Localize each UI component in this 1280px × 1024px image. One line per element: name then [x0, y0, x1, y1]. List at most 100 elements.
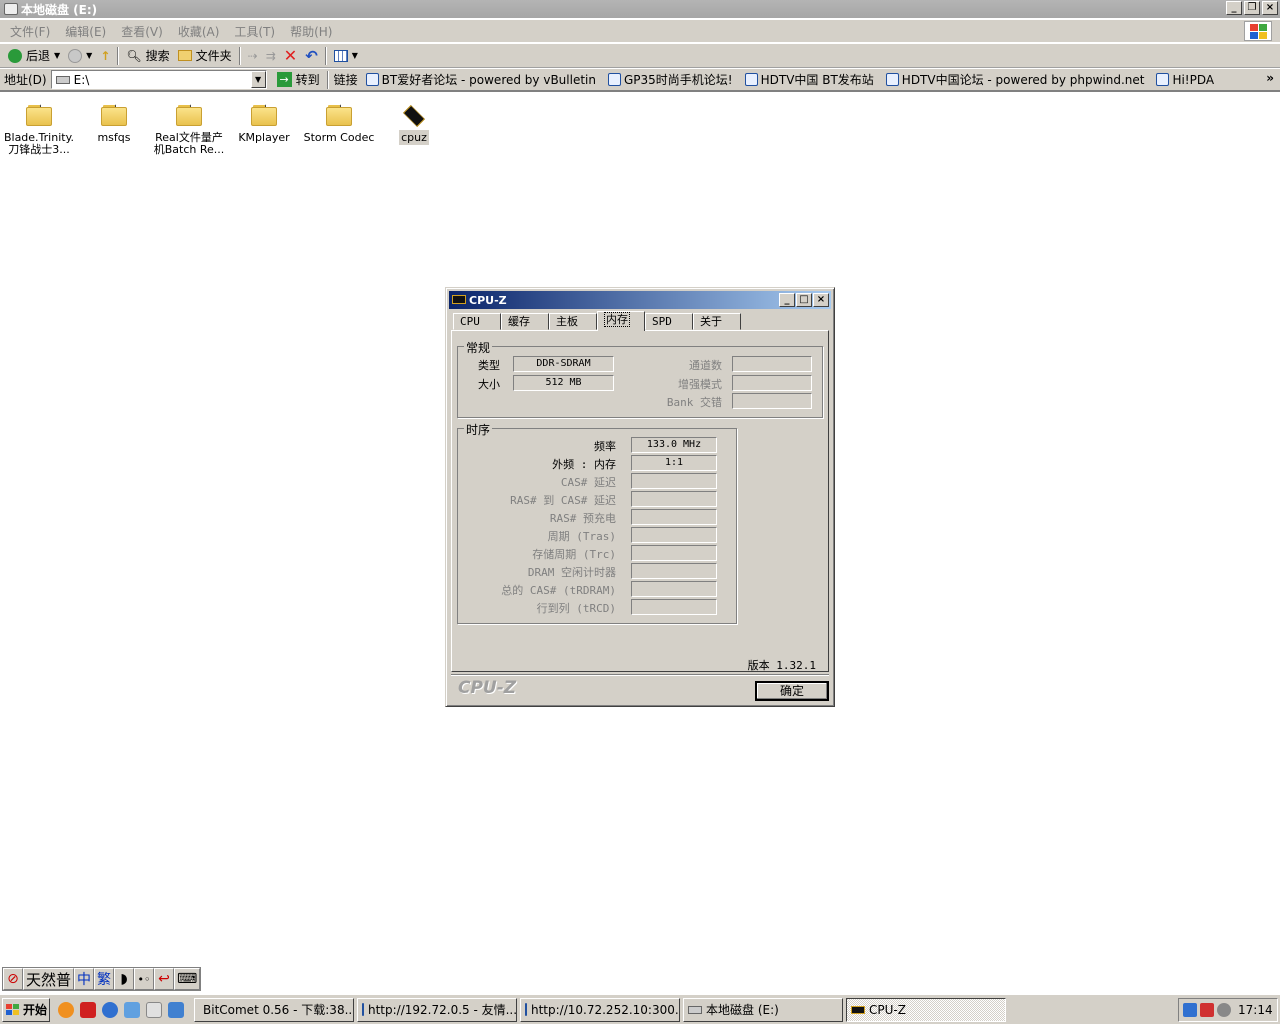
- file-item[interactable]: KMplayer: [227, 102, 301, 144]
- go-button[interactable]: → 转到: [273, 70, 324, 90]
- address-input[interactable]: E:\ ▼: [50, 70, 267, 89]
- row-to-column-field: [631, 599, 717, 615]
- search-button[interactable]: 🔍︎ 搜索: [122, 46, 173, 66]
- task-browser-2[interactable]: http://10.72.252.10:300...: [520, 997, 680, 1022]
- volume-icon[interactable]: [1217, 1003, 1231, 1017]
- link-hdtv-bt[interactable]: HDTV中国 BT发布站: [744, 71, 874, 88]
- cpuz-tabs: CPU 缓存 主板 内存 SPD 关于: [453, 311, 741, 331]
- network-disconnected-icon[interactable]: [1200, 1003, 1214, 1017]
- version-label: 版本 1.32.1: [747, 659, 816, 672]
- timing-group-label: 时序: [464, 421, 493, 438]
- drive-icon: [688, 1005, 702, 1014]
- ime-traditional-mode[interactable]: 繁: [94, 968, 115, 990]
- menu-file[interactable]: 文件(F): [4, 23, 59, 40]
- file-item[interactable]: Storm Codec: [302, 102, 376, 144]
- drive-icon: [4, 3, 18, 15]
- ie-icon[interactable]: [102, 1001, 118, 1018]
- file-name: cpuz: [399, 130, 429, 145]
- timing-group: 时序 频率 133.0 MHz 外频 : 内存 1:1 CAS# 延迟 RAS#…: [457, 421, 737, 624]
- address-dropdown-button[interactable]: ▼: [250, 71, 266, 88]
- tab-spd[interactable]: SPD: [645, 313, 693, 330]
- file-item[interactable]: msfqs: [77, 102, 151, 144]
- row-to-column-label: 行到列 (tRCD): [536, 602, 616, 615]
- punctuation-icon[interactable]: •◦: [134, 968, 155, 990]
- ie-page-icon: [607, 73, 621, 86]
- folder-icon: [101, 104, 127, 126]
- cpuz-minimize-button[interactable]: _: [779, 293, 795, 307]
- delete-button[interactable]: ✕: [280, 46, 301, 66]
- up-folder-button[interactable]: ↑: [96, 46, 114, 66]
- address-value: E:\: [73, 72, 90, 87]
- tab-memory[interactable]: 内存: [597, 311, 645, 331]
- keyboard-icon[interactable]: ⌨: [174, 968, 201, 990]
- move-to-button[interactable]: ⇢: [244, 46, 262, 66]
- cpuz-titlebar: CPU-Z _ □ ×: [449, 291, 831, 309]
- tab-about[interactable]: 关于: [693, 313, 741, 330]
- cpuz-memory-panel: 常规 类型 DDR-SDRAM 大小 512 MB 通道数 增强模式 Bank …: [451, 330, 829, 672]
- mail-icon[interactable]: [80, 1001, 96, 1018]
- messenger-icon[interactable]: [124, 1001, 140, 1018]
- file-item[interactable]: cpuz: [377, 102, 451, 145]
- start-button[interactable]: 开始: [2, 997, 50, 1022]
- network-icon[interactable]: [1183, 1003, 1197, 1017]
- menu-tools[interactable]: 工具(T): [228, 23, 284, 40]
- folder-icon: [176, 104, 202, 126]
- browser-icon[interactable]: [168, 1001, 184, 1018]
- ime-name[interactable]: 天然普: [23, 968, 75, 990]
- address-bar: 地址(D) E:\ ▼ → 转到 链接 BT爱好者论坛 - powered by…: [0, 69, 1280, 92]
- minimize-button[interactable]: _: [1226, 1, 1242, 15]
- ime-logo-icon[interactable]: ⊘: [3, 968, 23, 990]
- forward-button[interactable]: ▼: [64, 46, 96, 66]
- menu-edit[interactable]: 编辑(E): [59, 23, 115, 40]
- link-bt-forum[interactable]: BT爱好者论坛 - powered by vBulletin: [365, 71, 596, 88]
- ie-page-icon: [362, 1003, 364, 1016]
- ok-button[interactable]: 确定: [755, 681, 829, 701]
- window-titlebar: 本地磁盘 (E:) _ ❐ ×: [0, 0, 1280, 18]
- cpuz-title: CPU-Z: [469, 293, 507, 307]
- copy-to-button[interactable]: ⇉: [262, 46, 280, 66]
- tab-mainboard[interactable]: 主板: [549, 313, 597, 330]
- tab-cpu[interactable]: CPU: [453, 313, 501, 330]
- clock[interactable]: 17:14: [1238, 1003, 1273, 1017]
- bank-cycle-field: [631, 545, 717, 561]
- views-button[interactable]: ▼: [330, 46, 362, 66]
- task-explorer[interactable]: 本地磁盘 (E:): [683, 997, 843, 1022]
- folder-icon: [177, 50, 192, 61]
- task-browser-1[interactable]: http://192.72.0.5 - 友情...: [357, 997, 517, 1022]
- task-bitcomet[interactable]: BitComet 0.56 - 下载:38...: [194, 997, 354, 1022]
- links-overflow-icon[interactable]: »: [1266, 71, 1274, 85]
- file-item[interactable]: Blade.Trinity.刀锋战士3...: [2, 102, 76, 156]
- menu-help[interactable]: 帮助(H): [284, 23, 341, 40]
- folder-icon: [251, 104, 277, 126]
- soft-keyboard-toggle-icon[interactable]: ↩: [154, 968, 175, 990]
- taskbar: 开始 BitComet 0.56 - 下载:38... http://192.7…: [0, 994, 1280, 1024]
- cpuz-maximize-button[interactable]: □: [796, 293, 812, 307]
- close-button[interactable]: ×: [1262, 1, 1278, 15]
- folders-button[interactable]: 文件夹: [174, 46, 236, 66]
- general-group: 常规 类型 DDR-SDRAM 大小 512 MB 通道数 增强模式 Bank …: [457, 339, 823, 418]
- menu-view[interactable]: 查看(V): [115, 23, 172, 40]
- maximize-button[interactable]: ❐: [1244, 1, 1260, 15]
- file-name: msfqs: [97, 131, 131, 144]
- menu-favorites[interactable]: 收藏(A): [172, 23, 229, 40]
- firefox-icon[interactable]: [58, 1001, 74, 1018]
- cpu-chip-icon: [851, 1005, 865, 1014]
- tab-cache[interactable]: 缓存: [501, 313, 549, 330]
- cpuz-logo: CPU-Z: [458, 678, 517, 698]
- cpuz-close-button[interactable]: ×: [813, 293, 829, 307]
- views-icon: [333, 49, 348, 62]
- divider: [451, 674, 829, 676]
- task-cpuz[interactable]: CPU-Z: [846, 997, 1006, 1022]
- links-label: 链接: [333, 73, 358, 87]
- windows-logo-icon: [6, 1003, 20, 1016]
- ime-chinese-mode[interactable]: 中: [74, 968, 95, 990]
- file-item[interactable]: Real文件量产机Batch Re...: [152, 102, 226, 156]
- menubar: 文件(F) 编辑(E) 查看(V) 收藏(A) 工具(T) 帮助(H): [0, 20, 1280, 43]
- half-width-icon[interactable]: ◗: [114, 968, 135, 990]
- undo-button[interactable]: ↶: [301, 46, 322, 66]
- link-hipda[interactable]: Hi!PDA: [1156, 73, 1214, 87]
- link-gp35-forum[interactable]: GP35时尚手机论坛!: [607, 71, 733, 88]
- show-desktop-icon[interactable]: [146, 1001, 162, 1018]
- back-button[interactable]: 后退 ▼: [4, 46, 64, 66]
- link-hdtv-forum[interactable]: HDTV中国论坛 - powered by phpwind.net: [885, 71, 1144, 88]
